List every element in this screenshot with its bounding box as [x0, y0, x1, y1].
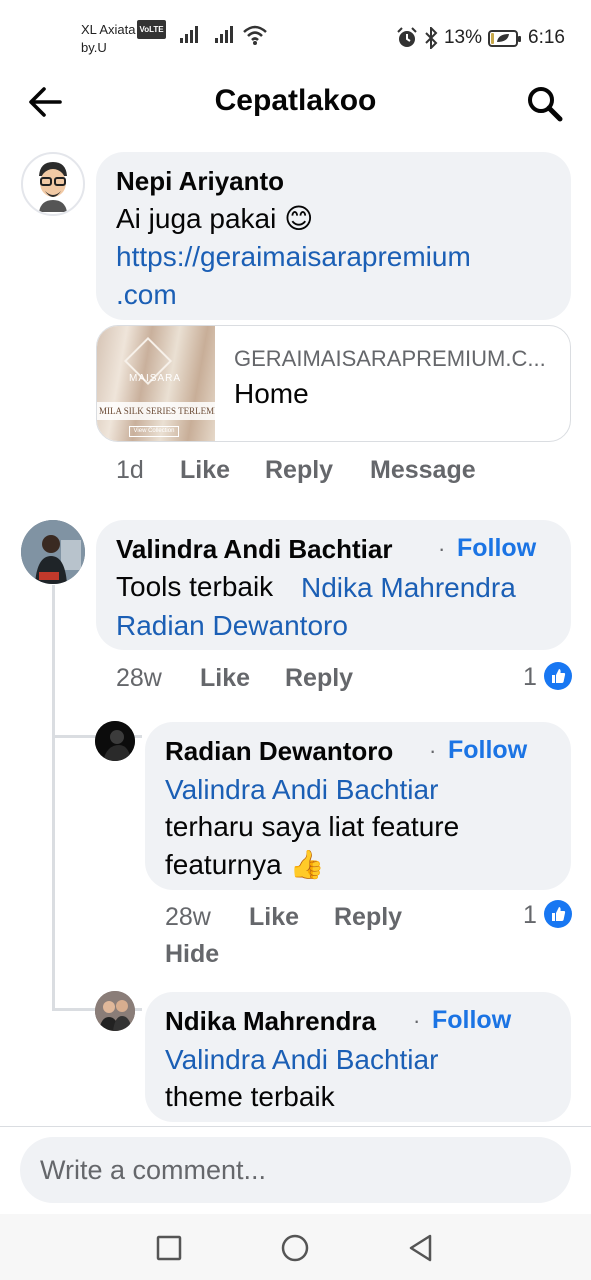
status-bar: XL Axiata VoLTE by.U 13% 6:16	[0, 0, 591, 68]
follow-button[interactable]: Follow	[432, 1006, 511, 1035]
reply-author[interactable]: Radian Dewantoro	[165, 736, 393, 767]
thumb-button: View Collection	[129, 426, 179, 437]
comment-bubble: Nepi Ariyanto Ai juga pakai 😊 https://ge…	[96, 152, 571, 320]
reply-text: theme terbaik	[165, 1081, 335, 1112]
avatar-photo-icon	[95, 991, 135, 1031]
comment-time: 28w	[116, 664, 162, 692]
avatar[interactable]	[95, 991, 135, 1031]
avatar[interactable]	[21, 520, 85, 584]
comment-text: Ai juga pakai 😊	[116, 200, 313, 238]
leaf-icon	[497, 34, 510, 42]
comment-input[interactable]	[20, 1137, 571, 1203]
smile-emoji: 😊	[284, 203, 314, 234]
volte-badge: VoLTE	[137, 20, 166, 39]
battery-fill	[491, 32, 495, 44]
comment-text-line: Ai juga pakai	[116, 203, 277, 234]
mention-link[interactable]: Ndika Mahrendra	[301, 572, 516, 604]
follow-button[interactable]: Follow	[448, 736, 527, 765]
preview-domain: GERAIMAISARAPREMIUM.C...	[234, 346, 546, 371]
mention-link[interactable]: Valindra Andi Bachtiar	[165, 1044, 438, 1076]
signal-icon	[215, 26, 233, 43]
carrier-info: XL Axiata VoLTE by.U	[81, 20, 166, 56]
search-icon[interactable]	[525, 84, 565, 122]
reaction-count: 1	[523, 663, 537, 691]
reply-text: featurnya 👍	[165, 846, 324, 884]
like-button[interactable]: Like	[200, 664, 250, 693]
comment-actions: 28w Like Reply	[116, 664, 416, 696]
comment-author[interactable]: Nepi Ariyanto	[116, 166, 284, 197]
comment-actions: 1d Like Reply Message	[116, 456, 516, 488]
avatar[interactable]	[21, 152, 85, 216]
comment-link-cont[interactable]: .com	[116, 276, 177, 314]
alarm-icon	[397, 27, 417, 47]
reply-actions: 28w Like Reply	[165, 903, 465, 935]
reply-text: terharu saya liat feature	[165, 811, 460, 842]
separator-dot: ·	[413, 1008, 421, 1033]
avatar[interactable]	[95, 721, 135, 761]
status-right: 13% 6:16	[396, 26, 565, 50]
reply-text-line: featurnya	[165, 849, 282, 880]
reply-button[interactable]: Reply	[265, 456, 333, 485]
system-nav-bar	[0, 1214, 591, 1280]
thumb-brand: MAISARA	[129, 373, 182, 384]
thumbs-up-emoji: 👍	[289, 849, 325, 880]
triangle-nav-icon[interactable]	[403, 1230, 439, 1266]
square-nav-icon[interactable]	[151, 1230, 187, 1266]
reply-button[interactable]: Reply	[334, 903, 402, 932]
clock: 6:16	[528, 27, 565, 48]
separator-dot: ·	[438, 536, 446, 561]
comment-bubble: Valindra Andi Bachtiar · Follow Tools te…	[96, 520, 571, 650]
app-header: Cepatlakoo	[0, 72, 591, 134]
circle-nav-icon[interactable]	[277, 1230, 313, 1266]
wifi-icon	[243, 25, 267, 45]
battery-percent: 13%	[443, 27, 483, 48]
comment-time: 1d	[116, 456, 144, 484]
reply-bubble: Ndika Mahrendra · Follow Valindra Andi B…	[145, 992, 571, 1122]
like-reaction-icon[interactable]	[544, 662, 572, 690]
message-button[interactable]: Message	[370, 456, 476, 485]
reply-bubble: Radian Dewantoro · Follow Valindra Andi …	[145, 722, 571, 890]
comment-text: Tools terbaik	[116, 571, 274, 602]
mention-link[interactable]: Valindra Andi Bachtiar	[165, 774, 438, 806]
reply-time: 28w	[165, 903, 211, 931]
avatar-cartoon-icon	[39, 162, 67, 212]
avatar-photo-icon	[21, 520, 85, 584]
battery-icon	[488, 29, 522, 47]
hide-button[interactable]: Hide	[165, 940, 219, 969]
mention-link[interactable]: Radian Dewantoro	[116, 610, 348, 642]
bluetooth-icon	[425, 27, 438, 49]
like-reaction-icon[interactable]	[544, 900, 572, 928]
composer-divider	[0, 1126, 591, 1127]
comment-link[interactable]: https://geraimaisarapremium	[116, 238, 471, 276]
reply-author[interactable]: Ndika Mahrendra	[165, 1006, 376, 1037]
signal-icon	[180, 26, 198, 43]
thread-line	[52, 585, 55, 1010]
reply-button[interactable]: Reply	[285, 664, 353, 693]
page-title: Cepatlakoo	[214, 84, 377, 117]
follow-button[interactable]: Follow	[457, 534, 536, 563]
preview-thumbnail: MAISARA MILA SILK SERIES TERLEMBUT View …	[97, 326, 215, 441]
comment-author[interactable]: Valindra Andi Bachtiar	[116, 534, 392, 565]
like-button[interactable]: Like	[180, 456, 230, 485]
thumb-caption: MILA SILK SERIES TERLEMBUT	[97, 402, 215, 420]
link-preview-card[interactable]: MAISARA MILA SILK SERIES TERLEMBUT View …	[96, 325, 571, 442]
reaction-count: 1	[523, 901, 537, 929]
separator-dot: ·	[429, 738, 437, 763]
hide-action: Hide	[165, 940, 265, 972]
carrier-sub: by.U	[81, 40, 107, 55]
like-button[interactable]: Like	[249, 903, 299, 932]
avatar-photo-icon	[95, 721, 135, 761]
carrier-name: XL Axiata	[81, 22, 136, 37]
preview-title: Home	[234, 378, 309, 409]
